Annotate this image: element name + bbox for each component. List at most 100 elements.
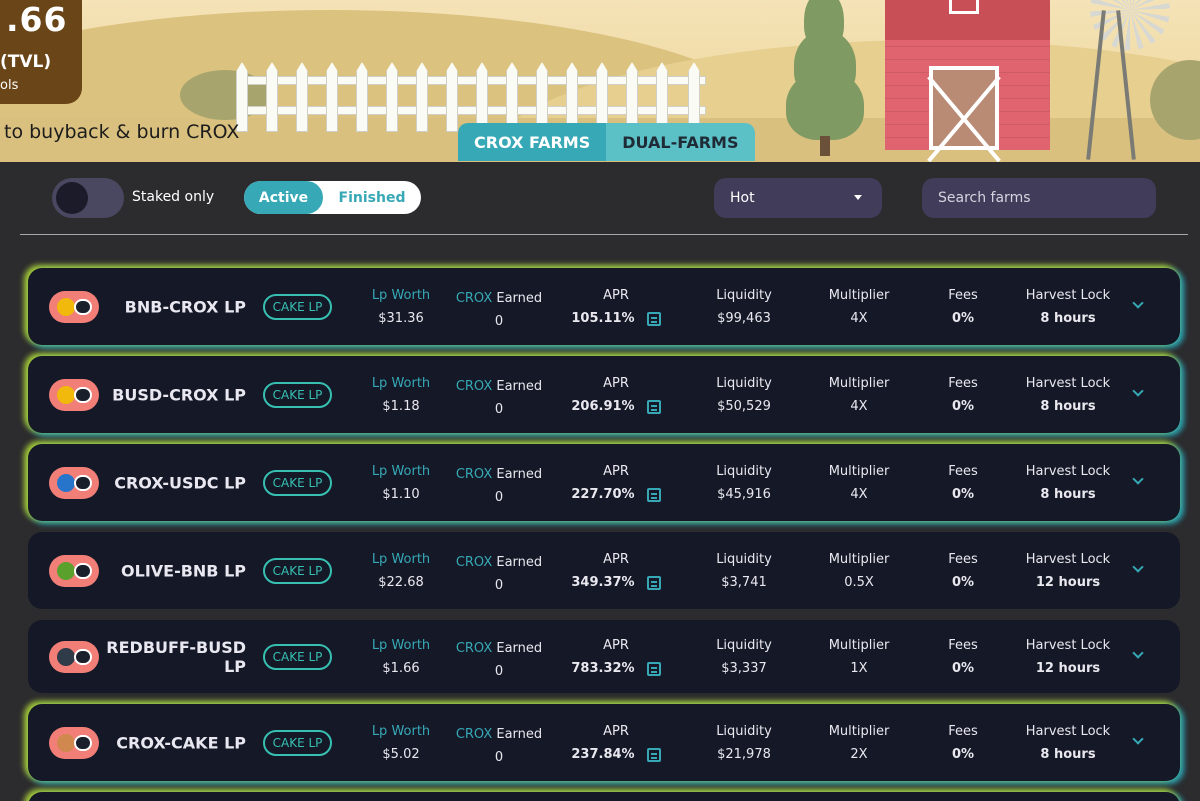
search-input[interactable] [922,178,1156,218]
tvl-value: .66 [6,0,68,39]
liquidity-value: $3,741 [721,575,767,590]
fees-value: 0% [951,487,975,502]
farm-name: BUSD-CROX LP [112,385,246,404]
liquidity-value: $50,529 [717,399,771,414]
apr-column: APR 105.11% [556,288,676,326]
earned-value: 0 [494,490,504,505]
fees-value: 0% [951,575,975,590]
apr-line: 783.32% [556,661,676,676]
earned-label: Earned [496,555,543,570]
farm-hero-banner: .66 (TVL) ols to buyback & burn CROX CRO… [0,0,1200,162]
fees-value: 0% [951,399,975,414]
fees-header: Fees [948,288,978,303]
multiplier-header: Multiplier [828,638,890,653]
farm-type-tabs: CROX FARMS DUAL-FARMS [458,123,755,161]
liquidity-value: $45,916 [717,487,771,502]
calculator-icon[interactable] [646,311,661,326]
apr-line: 105.11% [556,311,676,326]
staked-only-label: Staked only [132,189,215,205]
chevron-down-icon[interactable] [1132,649,1144,661]
chevron-down-icon[interactable] [1132,387,1144,399]
farm-row[interactable]: CROX-USDC LP CAKE LP Lp Worth $1.10 CROX… [28,444,1180,521]
tvl-sublabel: ols [0,78,19,93]
multiplier-header: Multiplier [828,288,890,303]
harvest-lock-value: 8 hours [1040,399,1096,414]
fence-illustration [236,62,706,132]
liquidity-header: Liquidity [716,724,772,739]
tab-dual-farms[interactable]: DUAL-FARMS [606,123,755,161]
liquidity-column: Liquidity $3,741 [684,552,804,590]
fees-header: Fees [948,464,978,479]
multiplier-column: Multiplier 4X [799,464,919,502]
active-option[interactable]: Active [244,181,323,214]
fees-column: Fees 0% [903,638,1023,676]
apr-line: 349.37% [556,575,676,590]
earned-token: CROX [455,727,493,742]
liquidity-header: Liquidity [716,288,772,303]
multiplier-column: Multiplier 4X [799,288,919,326]
apr-header: APR [603,376,629,391]
multiplier-value: 1X [850,661,868,676]
windmill-illustration [1080,0,1170,160]
calculator-icon[interactable] [646,399,661,414]
apr-value: 227.70% [571,487,635,502]
earned-token: CROX [455,555,493,570]
fees-column: Fees 0% [903,552,1023,590]
liquidity-column: Liquidity $21,978 [684,724,804,762]
fees-value: 0% [951,661,975,676]
farm-row[interactable]: OLIVE-BNB LP CAKE LP Lp Worth $22.68 CRO… [28,532,1180,609]
apr-line: 237.84% [556,747,676,762]
apr-value: 783.32% [571,661,635,676]
chevron-down-icon[interactable] [1132,563,1144,575]
calculator-icon[interactable] [646,487,661,502]
farm-row[interactable] [28,792,1180,801]
apr-column: APR 783.32% [556,638,676,676]
pair-logo-icon [49,726,99,759]
chevron-down-icon[interactable] [1132,299,1144,311]
calculator-icon[interactable] [646,575,661,590]
apr-header: APR [603,288,629,303]
farm-row[interactable]: REDBUFF-BUSD LP CAKE LP Lp Worth $1.66 C… [28,620,1180,693]
pair-logo-icon [49,378,99,411]
harvest-lock-column: Harvest Lock 8 hours [1008,376,1128,414]
earned-column: CROX Earned 0 [439,379,559,417]
earned-label: Earned [496,727,543,742]
farm-row[interactable]: BUSD-CROX LP CAKE LP Lp Worth $1.18 CROX… [28,356,1180,433]
farm-row[interactable]: CROX-CAKE LP CAKE LP Lp Worth $5.02 CROX… [28,704,1180,781]
liquidity-header: Liquidity [716,464,772,479]
earned-label: Earned [496,291,543,306]
farm-name: REDBUFF-BUSD LP [106,637,246,676]
pair-logo-icon [49,466,99,499]
harvest-lock-column: Harvest Lock 8 hours [1008,464,1128,502]
earned-token: CROX [455,291,493,306]
harvest-lock-value: 12 hours [1035,661,1101,676]
tab-crox-farms[interactable]: CROX FARMS [458,123,607,161]
calculator-icon[interactable] [646,661,661,676]
earned-label: Earned [496,467,543,482]
chevron-down-icon[interactable] [1132,735,1144,747]
pair-logo-icon [49,554,99,587]
lp-type-badge: CAKE LP [263,293,332,320]
chevron-down-icon[interactable] [1132,475,1144,487]
calculator-icon[interactable] [646,747,661,762]
finished-option[interactable]: Finished [323,181,421,214]
liquidity-column: Liquidity $50,529 [684,376,804,414]
liquidity-value: $99,463 [717,311,771,326]
staked-only-toggle[interactable] [52,178,124,218]
liquidity-header: Liquidity [716,552,772,567]
harvest-lock-column: Harvest Lock 12 hours [1008,638,1128,676]
apr-column: APR 206.91% [556,376,676,414]
farm-row[interactable]: BNB-CROX LP CAKE LP Lp Worth $31.36 CROX… [28,268,1180,345]
barn-illustration [885,0,1050,150]
liquidity-header: Liquidity [716,376,772,391]
harvest-lock-value: 12 hours [1035,575,1101,590]
sort-select[interactable]: Hot [714,178,882,218]
fees-column: Fees 0% [903,724,1023,762]
harvest-lock-column: Harvest Lock 8 hours [1008,724,1128,762]
lp-type-badge: CAKE LP [263,643,332,670]
fees-column: Fees 0% [903,376,1023,414]
earned-column: CROX Earned 0 [439,291,559,329]
earned-value: 0 [494,578,504,593]
multiplier-column: Multiplier 2X [799,724,919,762]
multiplier-column: Multiplier 4X [799,376,919,414]
